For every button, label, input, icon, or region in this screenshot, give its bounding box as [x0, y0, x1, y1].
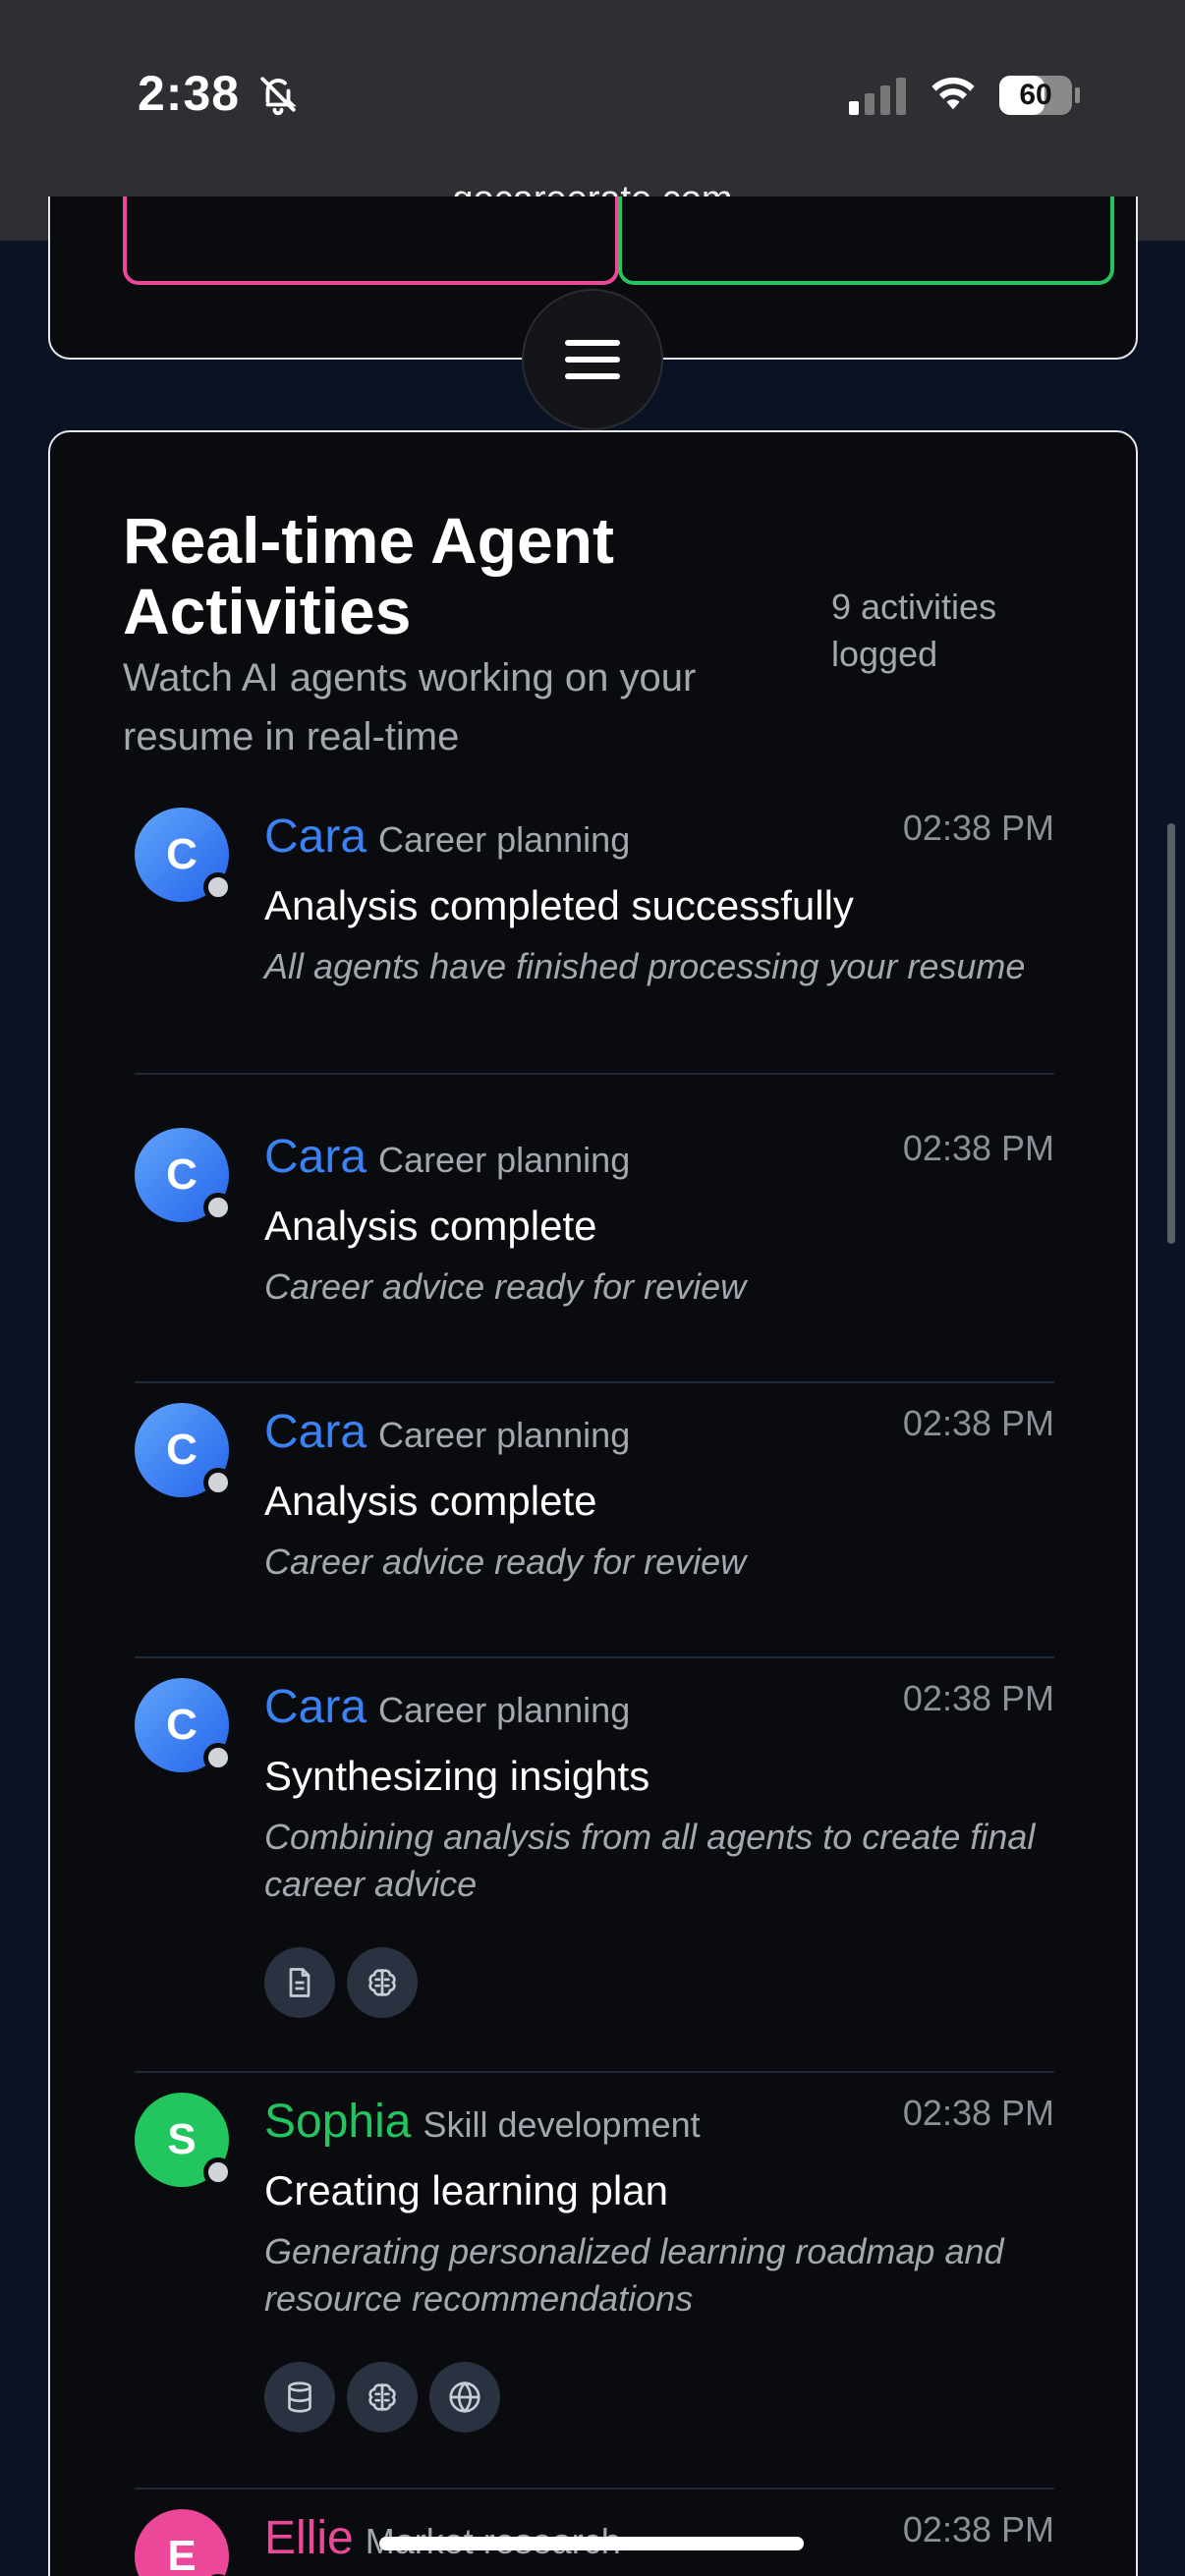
bell-muted-icon	[260, 77, 297, 116]
agent-name: Ellie	[264, 2512, 354, 2564]
agent-name: Sophia	[264, 2096, 412, 2148]
brain-icon	[368, 2382, 396, 2412]
activities-title: Real-time Agent Activities	[123, 504, 614, 647]
agent-activities-card: Real-time Agent Activities Watch AI agen…	[48, 430, 1138, 2576]
activity-headline: Synthesizing insights	[264, 1753, 650, 1799]
hamburger-icon	[565, 340, 620, 379]
cellular-signal-icon	[849, 78, 906, 115]
avatar-initial: S	[167, 2115, 197, 2163]
status-dot	[203, 1193, 233, 1222]
agent-role: Career planning	[378, 1140, 631, 1180]
pink-action-button[interactable]	[123, 196, 619, 285]
avatar: S	[135, 2093, 233, 2187]
agent-role: Career planning	[378, 1415, 631, 1455]
avatar: C	[135, 1678, 233, 1772]
avatar: C	[135, 808, 233, 902]
wifi-icon	[931, 77, 975, 110]
tool-chip[interactable]	[347, 1947, 418, 2018]
activity-item[interactable]: C Cara Career planning 02:38 PM Analysis …	[135, 1383, 1054, 1658]
activities-subtitle: Watch AI agents working on your resume i…	[123, 656, 697, 758]
activities-count: 9 activities logged	[831, 587, 997, 674]
agent-name: Cara	[264, 1406, 367, 1458]
activity-description: All agents have finished processing your…	[264, 946, 1026, 986]
agent-name: Cara	[264, 1681, 367, 1733]
activity-headline: Creating learning plan	[264, 2167, 668, 2213]
avatar-initial: C	[166, 1701, 198, 1749]
activity-time: 02:38 PM	[902, 1403, 1054, 1443]
avatar-initial: E	[167, 2532, 197, 2576]
scrollbar[interactable]	[1167, 823, 1175, 1244]
home-indicator[interactable]	[379, 2537, 804, 2550]
activity-item[interactable]: E EllieMarket research 02:38 PM	[135, 2490, 1054, 2576]
activity-time: 02:38 PM	[902, 2093, 1054, 2133]
activity-description: Generating personalized learning roadmap…	[264, 2231, 1004, 2319]
avatar-initial: C	[166, 1426, 198, 1474]
activity-item[interactable]: S Sophia Skill development 02:38 PM Creat…	[135, 2073, 1054, 2490]
avatar: C	[135, 1403, 233, 1497]
activity-description: Career advice ready for review	[264, 1541, 747, 1582]
status-dot	[203, 872, 233, 902]
activity-time: 02:38 PM	[902, 2509, 1054, 2549]
agent-name: Cara	[264, 811, 367, 863]
brain-icon	[368, 1968, 396, 1997]
activity-time: 02:38 PM	[902, 808, 1054, 848]
agent-role: Career planning	[378, 1690, 631, 1730]
tool-chips	[264, 1947, 418, 2018]
menu-button[interactable]	[522, 289, 663, 430]
status-dot	[203, 1468, 233, 1497]
database-icon	[288, 2381, 311, 2413]
activity-item[interactable]: C Cara Career planning 02:38 PM Synthesiz…	[135, 1658, 1054, 2073]
tool-chip[interactable]	[264, 1947, 335, 2018]
agent-name: Cara	[264, 1131, 367, 1183]
activity-time: 02:38 PM	[902, 1678, 1054, 1718]
activity-description: Career advice ready for review	[264, 1266, 747, 1307]
avatar-initial: C	[166, 830, 198, 878]
activity-headline: Analysis complete	[264, 1478, 597, 1524]
status-dot	[203, 2157, 233, 2187]
battery-indicator: 60	[998, 75, 1081, 116]
agent-role: Career planning	[378, 819, 631, 860]
tool-chip[interactable]	[347, 2362, 418, 2433]
status-time: 2:38	[138, 66, 241, 121]
tool-chips	[264, 2362, 500, 2433]
status-dot	[203, 1743, 233, 1772]
tool-chip[interactable]	[429, 2362, 500, 2433]
activity-item[interactable]: C Cara Career planning 02:38 PM Analysis …	[135, 1108, 1054, 1383]
activity-item[interactable]: C Cara Career planning 02:38 PM Analysis …	[135, 788, 1054, 1075]
activity-headline: Analysis complete	[264, 1203, 597, 1249]
activity-description: Combining analysis from all agents to cr…	[264, 1817, 1036, 1904]
battery-percent: 60	[1019, 79, 1052, 111]
tool-chip[interactable]	[264, 2362, 335, 2433]
activity-headline: Analysis completed successfully	[264, 882, 854, 928]
globe-icon	[449, 2380, 480, 2414]
avatar: E	[135, 2509, 233, 2576]
activity-time: 02:38 PM	[902, 1128, 1054, 1168]
document-icon	[289, 1968, 310, 1997]
green-action-button[interactable]	[618, 196, 1114, 285]
avatar: C	[135, 1128, 233, 1222]
agent-role: Skill development	[423, 2104, 701, 2145]
avatar-initial: C	[166, 1150, 198, 1199]
